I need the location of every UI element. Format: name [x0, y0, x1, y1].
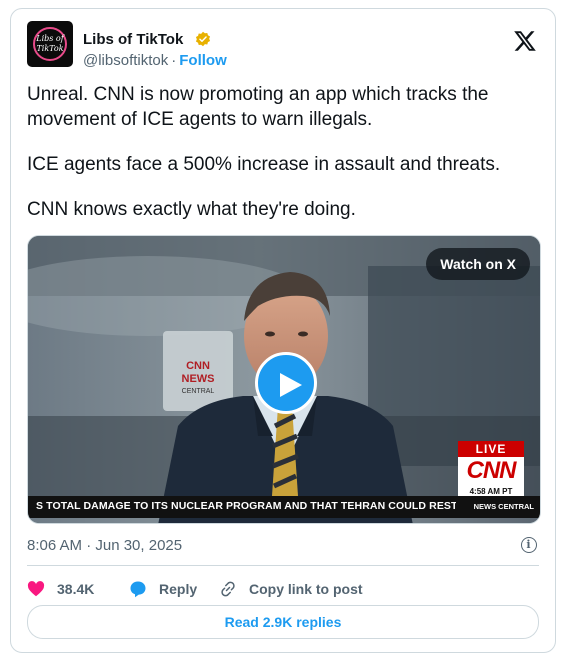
- verified-badge-icon: [195, 31, 211, 47]
- avatar-text-1: Libs of: [36, 34, 64, 43]
- link-icon: [221, 581, 235, 597]
- account-handle-row: @libsoftiktok · Follow: [83, 52, 227, 69]
- wall-logo-line3: CENTRAL: [182, 388, 215, 395]
- separator: ·: [171, 52, 177, 69]
- heart-icon: [27, 581, 45, 597]
- tweet-text: Unreal. CNN is now promoting an app whic…: [27, 82, 537, 242]
- action-bar: 38.4K Reply Copy link to post: [27, 577, 537, 601]
- wall-logo-line1: CNN: [186, 360, 210, 372]
- divider: [27, 565, 539, 566]
- like-button[interactable]: 38.4K: [27, 577, 94, 601]
- timestamp[interactable]: 8:06 AM · Jun 30, 2025: [27, 537, 182, 554]
- news-central-label: NEWS CENTRAL: [473, 502, 534, 511]
- watch-on-x-button[interactable]: Watch on X: [426, 248, 530, 280]
- read-replies-button[interactable]: Read 2.9K replies: [27, 605, 539, 639]
- ticker-text: S TOTAL DAMAGE TO ITS NUCLEAR PROGRAM AN…: [36, 500, 456, 512]
- video-player[interactable]: CNN NEWS CENTRAL Watch on X LIVE CNN 4:5…: [27, 235, 541, 524]
- info-icon[interactable]: i: [521, 537, 537, 553]
- live-label: LIVE: [458, 441, 524, 457]
- reply-bubble-icon: [130, 581, 146, 598]
- cnn-logo: CNN: [466, 457, 517, 484]
- copy-link-button[interactable]: Copy link to post: [219, 577, 363, 601]
- news-ticker: S TOTAL DAMAGE TO ITS NUCLEAR PROGRAM AN…: [28, 496, 540, 518]
- tweet-header: Libs of TikTok Libs of TikTok @libsoftik…: [27, 17, 539, 69]
- avatar[interactable]: Libs of TikTok: [27, 21, 73, 67]
- avatar-text-2: TikTok: [36, 44, 64, 53]
- like-count: 38.4K: [57, 581, 95, 597]
- tweet-paragraph: CNN knows exactly what they're doing.: [27, 199, 356, 220]
- tweet-paragraph: ICE agents face a 500% increase in assau…: [27, 154, 501, 175]
- tweet-card: Libs of TikTok Libs of TikTok @libsoftik…: [10, 8, 556, 653]
- reply-button[interactable]: Reply: [129, 577, 197, 601]
- account-handle[interactable]: @libsoftiktok: [83, 52, 168, 69]
- live-time: 4:58 AM PT: [469, 487, 513, 496]
- tweet-paragraph: Unreal. CNN is now promoting an app whic…: [27, 84, 489, 130]
- reply-label: Reply: [159, 581, 198, 597]
- copy-link-label: Copy link to post: [249, 581, 363, 597]
- play-icon: [280, 373, 302, 397]
- x-logo-icon[interactable]: [513, 29, 537, 53]
- live-bug: LIVE CNN 4:58 AM PT: [458, 441, 524, 499]
- follow-button[interactable]: Follow: [179, 52, 227, 69]
- play-button[interactable]: [255, 352, 317, 414]
- account-name[interactable]: Libs of TikTok: [83, 31, 183, 48]
- wall-logo-line2: NEWS: [182, 373, 215, 385]
